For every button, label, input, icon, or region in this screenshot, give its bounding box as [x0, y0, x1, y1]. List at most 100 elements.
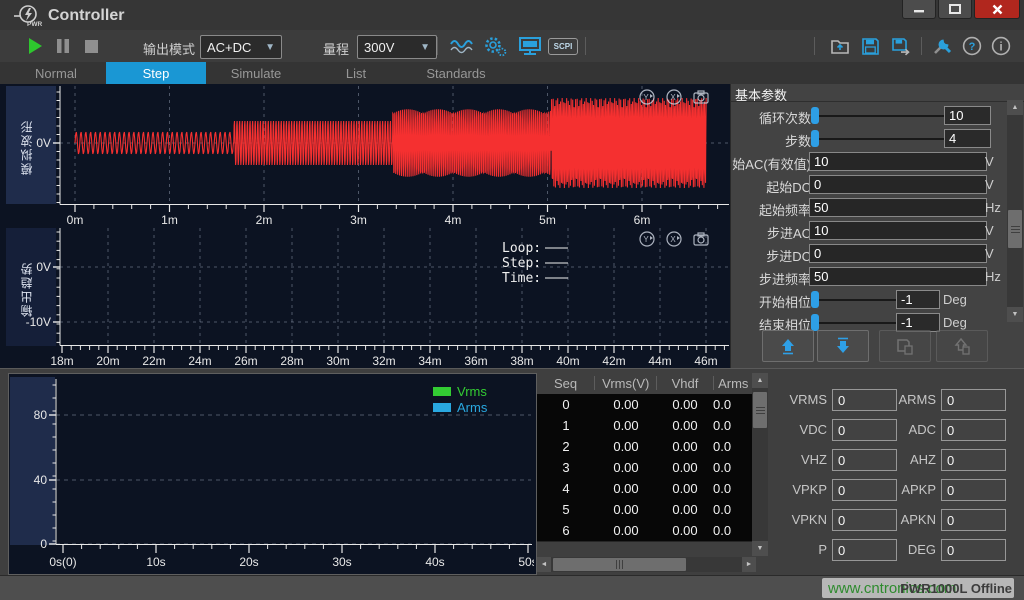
reset-y-zoom-icon[interactable]: Y: [637, 88, 657, 106]
reset-x-zoom-icon[interactable]: X: [664, 88, 684, 106]
column-header-vhdf[interactable]: Vhdf: [657, 376, 713, 390]
svg-text:40: 40: [34, 473, 48, 487]
slider-value[interactable]: 4: [944, 129, 991, 148]
param-input[interactable]: [809, 152, 987, 171]
scroll-down-button[interactable]: ▼: [752, 541, 768, 556]
param-row-4: 起始频率Hz: [731, 196, 1007, 219]
camera-icon[interactable]: [691, 230, 711, 248]
measure-label-ahz: AHZ: [880, 452, 936, 467]
mode-tab-bar: NormalStepSimulateListStandards: [0, 62, 1024, 85]
slider-handle[interactable]: [811, 107, 819, 124]
measure-label-vpkn: VPKN: [775, 512, 827, 527]
slider-handle[interactable]: [811, 130, 819, 147]
table-row[interactable]: 00.000.000.0: [537, 394, 753, 416]
close-button[interactable]: [974, 0, 1020, 19]
tab-standards[interactable]: Standards: [406, 62, 506, 84]
table-cell: 0.0: [713, 394, 753, 415]
measure-label-adc: ADC: [880, 422, 936, 437]
param-input[interactable]: [809, 244, 987, 263]
scpi-icon[interactable]: SCPI: [548, 38, 578, 55]
tab-step[interactable]: Step: [106, 62, 206, 84]
scroll-up-button[interactable]: ▲: [752, 373, 768, 388]
slider-handle[interactable]: [811, 291, 819, 308]
tab-simulate[interactable]: Simulate: [206, 62, 306, 84]
range-select[interactable]: 300V▼: [357, 35, 437, 59]
slider-value[interactable]: -1: [896, 290, 940, 309]
table-row[interactable]: 50.000.000.0: [537, 499, 753, 521]
slider-handle[interactable]: [811, 314, 819, 331]
pwr-controller-window: PWR Controller 输出模式 AC+DC▼ 量程 30: [0, 0, 1024, 600]
scroll-down-button[interactable]: ▼: [1007, 307, 1023, 322]
table-hscrollbar[interactable]: ◄►: [537, 557, 756, 572]
stop-button[interactable]: [80, 35, 102, 57]
scroll-thumb[interactable]: [1008, 210, 1022, 248]
param-input[interactable]: [809, 267, 987, 286]
table-cell: 0.0: [713, 457, 753, 478]
svg-text:4m: 4m: [445, 213, 462, 226]
table-cell: 0.00: [595, 394, 657, 415]
info-icon[interactable]: i: [990, 35, 1012, 57]
slider-value[interactable]: 10: [944, 106, 991, 125]
param-input[interactable]: [809, 175, 987, 194]
table-vscrollbar[interactable]: ▲▼: [752, 373, 768, 556]
move-up-button[interactable]: [762, 330, 814, 362]
scroll-thumb[interactable]: [753, 392, 767, 428]
column-header-vrms(v)[interactable]: Vrms(V): [595, 376, 657, 390]
param-label: 始AC(有效值): [732, 154, 811, 173]
settings-gear-icon[interactable]: [482, 35, 508, 57]
param-input[interactable]: [809, 198, 987, 217]
scroll-up-button[interactable]: ▲: [1007, 100, 1023, 115]
scroll-right-button[interactable]: ►: [742, 557, 756, 572]
reset-x-zoom-icon[interactable]: X: [664, 230, 684, 248]
help-icon[interactable]: ?: [961, 35, 983, 57]
param-label: 起始DC: [766, 177, 811, 196]
table-row[interactable]: 20.000.000.0: [537, 436, 753, 458]
analog-waveform-chart: 0V0m1m2m3m4m5m6m: [0, 84, 730, 226]
svg-text:20m: 20m: [96, 354, 119, 368]
save-icon[interactable]: [859, 35, 881, 57]
column-header-arms[interactable]: Arms: [714, 376, 753, 390]
toolbar-separator: [585, 37, 586, 55]
svg-text:46m: 46m: [694, 354, 717, 368]
svg-text:2m: 2m: [256, 213, 273, 226]
measurements-panel: VRMS0ARMS0VDC0ADC0VHZ0AHZ0VPKP0APKP0VPKN…: [775, 369, 1024, 576]
monitor-icon[interactable]: [516, 35, 544, 57]
output-mode-select[interactable]: AC+DC▼: [200, 35, 282, 59]
table-row[interactable]: 30.000.000.0: [537, 457, 753, 479]
middle-chart-axis-label: 输出趋势: [18, 244, 35, 334]
toolbar-separator: [921, 37, 922, 55]
column-header-seq[interactable]: Seq: [537, 376, 595, 390]
svg-text:Y: Y: [643, 93, 649, 102]
waveform-icon[interactable]: [448, 35, 476, 57]
scroll-left-button[interactable]: ◄: [537, 557, 551, 572]
table-cell: 0.00: [657, 499, 713, 520]
svg-text:0s(0): 0s(0): [49, 555, 76, 569]
table-cell: 0.0: [713, 520, 753, 541]
param-label: 起始频率: [759, 200, 811, 219]
measure-value-adc: 0: [941, 419, 1006, 441]
table-cell: 0.0: [713, 478, 753, 499]
scroll-thumb[interactable]: [553, 558, 686, 571]
svg-text:30m: 30m: [326, 354, 349, 368]
tools-icon[interactable]: [931, 35, 953, 57]
tab-normal[interactable]: Normal: [6, 62, 106, 84]
table-row[interactable]: 40.000.000.0: [537, 478, 753, 500]
table-row[interactable]: 10.000.000.0: [537, 415, 753, 437]
run-button[interactable]: [24, 35, 46, 57]
table-row[interactable]: 60.000.000.0: [537, 520, 753, 542]
param-row-5: 步进ACV: [731, 219, 1007, 242]
params-scrollbar[interactable]: ▲▼: [1007, 100, 1023, 322]
status-bar: www.cntronics.com PWR1000L Offline: [0, 575, 1024, 600]
camera-icon[interactable]: [691, 88, 711, 106]
open-file-icon[interactable]: [829, 35, 851, 57]
tab-list[interactable]: List: [306, 62, 406, 84]
pause-button[interactable]: [52, 35, 74, 57]
save-as-icon[interactable]: [890, 35, 912, 57]
move-down-button[interactable]: [817, 330, 869, 362]
toolbar-separator: [437, 37, 438, 55]
minimize-button[interactable]: [902, 0, 936, 19]
measure-label-p: P: [775, 542, 827, 557]
param-input[interactable]: [809, 221, 987, 240]
maximize-button[interactable]: [938, 0, 972, 19]
reset-y-zoom-icon[interactable]: Y: [637, 230, 657, 248]
